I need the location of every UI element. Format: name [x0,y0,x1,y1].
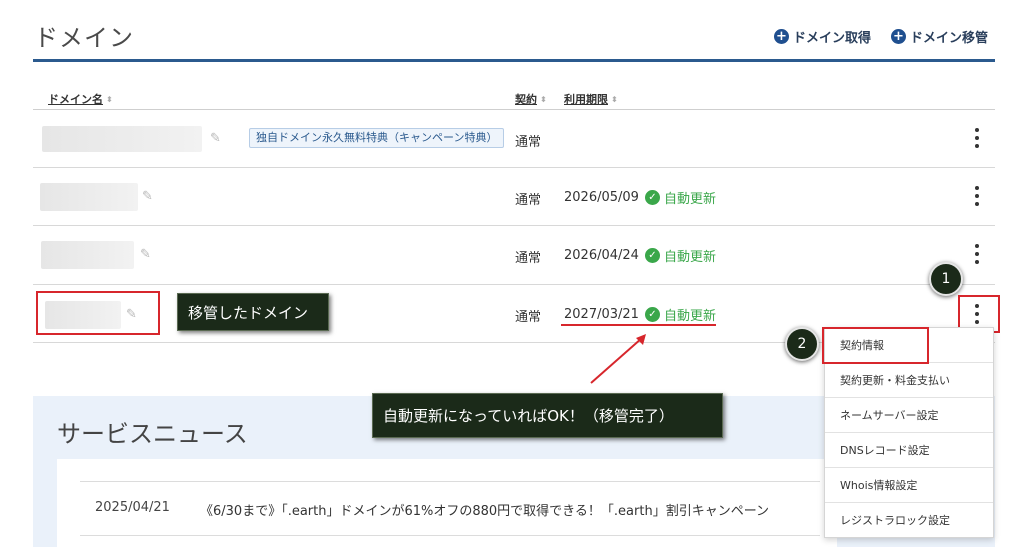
menu-item-renew-payment[interactable]: 契約更新・料金支払い [825,363,993,398]
auto-renew-status: ✓ 自動更新 [644,188,716,207]
expiry-cell: 2026/05/09 ✓ 自動更新 [564,188,716,207]
expiry-cell: 2026/04/24 ✓ 自動更新 [564,246,716,265]
sort-icon: ⬍ [106,94,113,104]
pencil-icon[interactable]: ✎ [140,247,151,262]
column-header-label: ドメイン名 [48,93,103,106]
contract-type: 通常 [515,135,542,150]
title-divider [33,59,995,62]
plus-circle-icon: + [890,29,906,44]
get-domain-label: ドメイン取得 [792,31,871,46]
column-header-label: 利用期限 [564,93,608,106]
contract-type: 通常 [515,310,542,325]
service-news-title: サービスニュース [57,420,248,448]
row-menu-button[interactable] [969,242,985,266]
auto-renew-status: ✓ 自動更新 [644,305,716,324]
transferred-domain-highlight [36,291,160,335]
row-divider [33,167,995,168]
page-title: ドメイン [34,24,134,52]
column-header-contract[interactable]: 契約 ⬍ [515,91,547,107]
expiry-cell: 2027/03/21 ✓ 自動更新 [564,305,716,324]
auto-renew-label: 自動更新 [663,192,716,207]
expiry-date: 2027/03/21 [564,307,639,322]
sort-icon: ⬍ [540,94,547,104]
pencil-icon[interactable]: ✎ [210,131,221,146]
contract-type: 通常 [515,193,542,208]
pencil-icon[interactable]: ✎ [142,189,153,204]
auto-renew-label: 自動更新 [663,309,716,324]
arrow-icon [590,334,646,384]
auto-renew-label: 自動更新 [663,250,716,265]
check-circle-icon: ✓ [644,248,660,263]
row-menu-button[interactable] [969,126,985,150]
transfer-domain-label: ドメイン移管 [909,31,988,46]
column-header-label: 契約 [515,93,537,106]
expiry-date: 2026/04/24 [564,248,639,263]
domain-name-redacted [40,183,138,211]
news-divider [80,535,820,536]
step-badge-1: 1 [929,262,963,296]
promo-tag: 独自ドメイン永久無料特典（キャンペーン特典） [249,128,505,148]
row-divider [33,225,995,226]
news-divider [80,481,820,482]
transfer-domain-button[interactable]: + ドメイン移管 [890,27,988,46]
domain-name-redacted [41,241,134,269]
get-domain-button[interactable]: + ドメイン取得 [773,27,871,46]
menu-item-dns-record[interactable]: DNSレコード設定 [825,433,993,468]
plus-circle-icon: + [773,29,789,44]
menu-item-whois[interactable]: Whois情報設定 [825,468,993,503]
contract-info-highlight [822,327,929,364]
check-circle-icon: ✓ [644,307,660,322]
expiry-underline [561,324,716,326]
auto-renew-status: ✓ 自動更新 [644,246,716,265]
header-actions: + ドメイン取得 + ドメイン移管 [773,27,988,46]
ok-callout: 自動更新になっていればOK！（移管完了） [372,393,723,438]
check-circle-icon: ✓ [644,190,660,205]
sort-icon: ⬍ [611,94,618,104]
contract-type: 通常 [515,251,542,266]
domain-name-redacted [42,126,202,152]
menu-item-nameserver[interactable]: ネームサーバー設定 [825,398,993,433]
row-menu-button[interactable] [969,184,985,208]
row-divider [33,284,995,285]
expiry-date: 2026/05/09 [564,190,639,205]
transferred-domain-callout: 移管したドメイン [177,293,329,331]
column-header-expiry[interactable]: 利用期限 ⬍ [564,91,618,107]
column-header-domain-name[interactable]: ドメイン名 ⬍ [48,91,113,107]
news-date: 2025/04/21 [95,500,170,515]
menu-item-registrar-lock[interactable]: レジストラロック設定 [825,503,993,538]
header-divider [33,109,995,110]
step-badge-2: 2 [785,327,819,361]
news-link[interactable]: 《6/30まで》「.earth」ドメインが61%オフの880円で取得できる！「.… [200,500,769,519]
